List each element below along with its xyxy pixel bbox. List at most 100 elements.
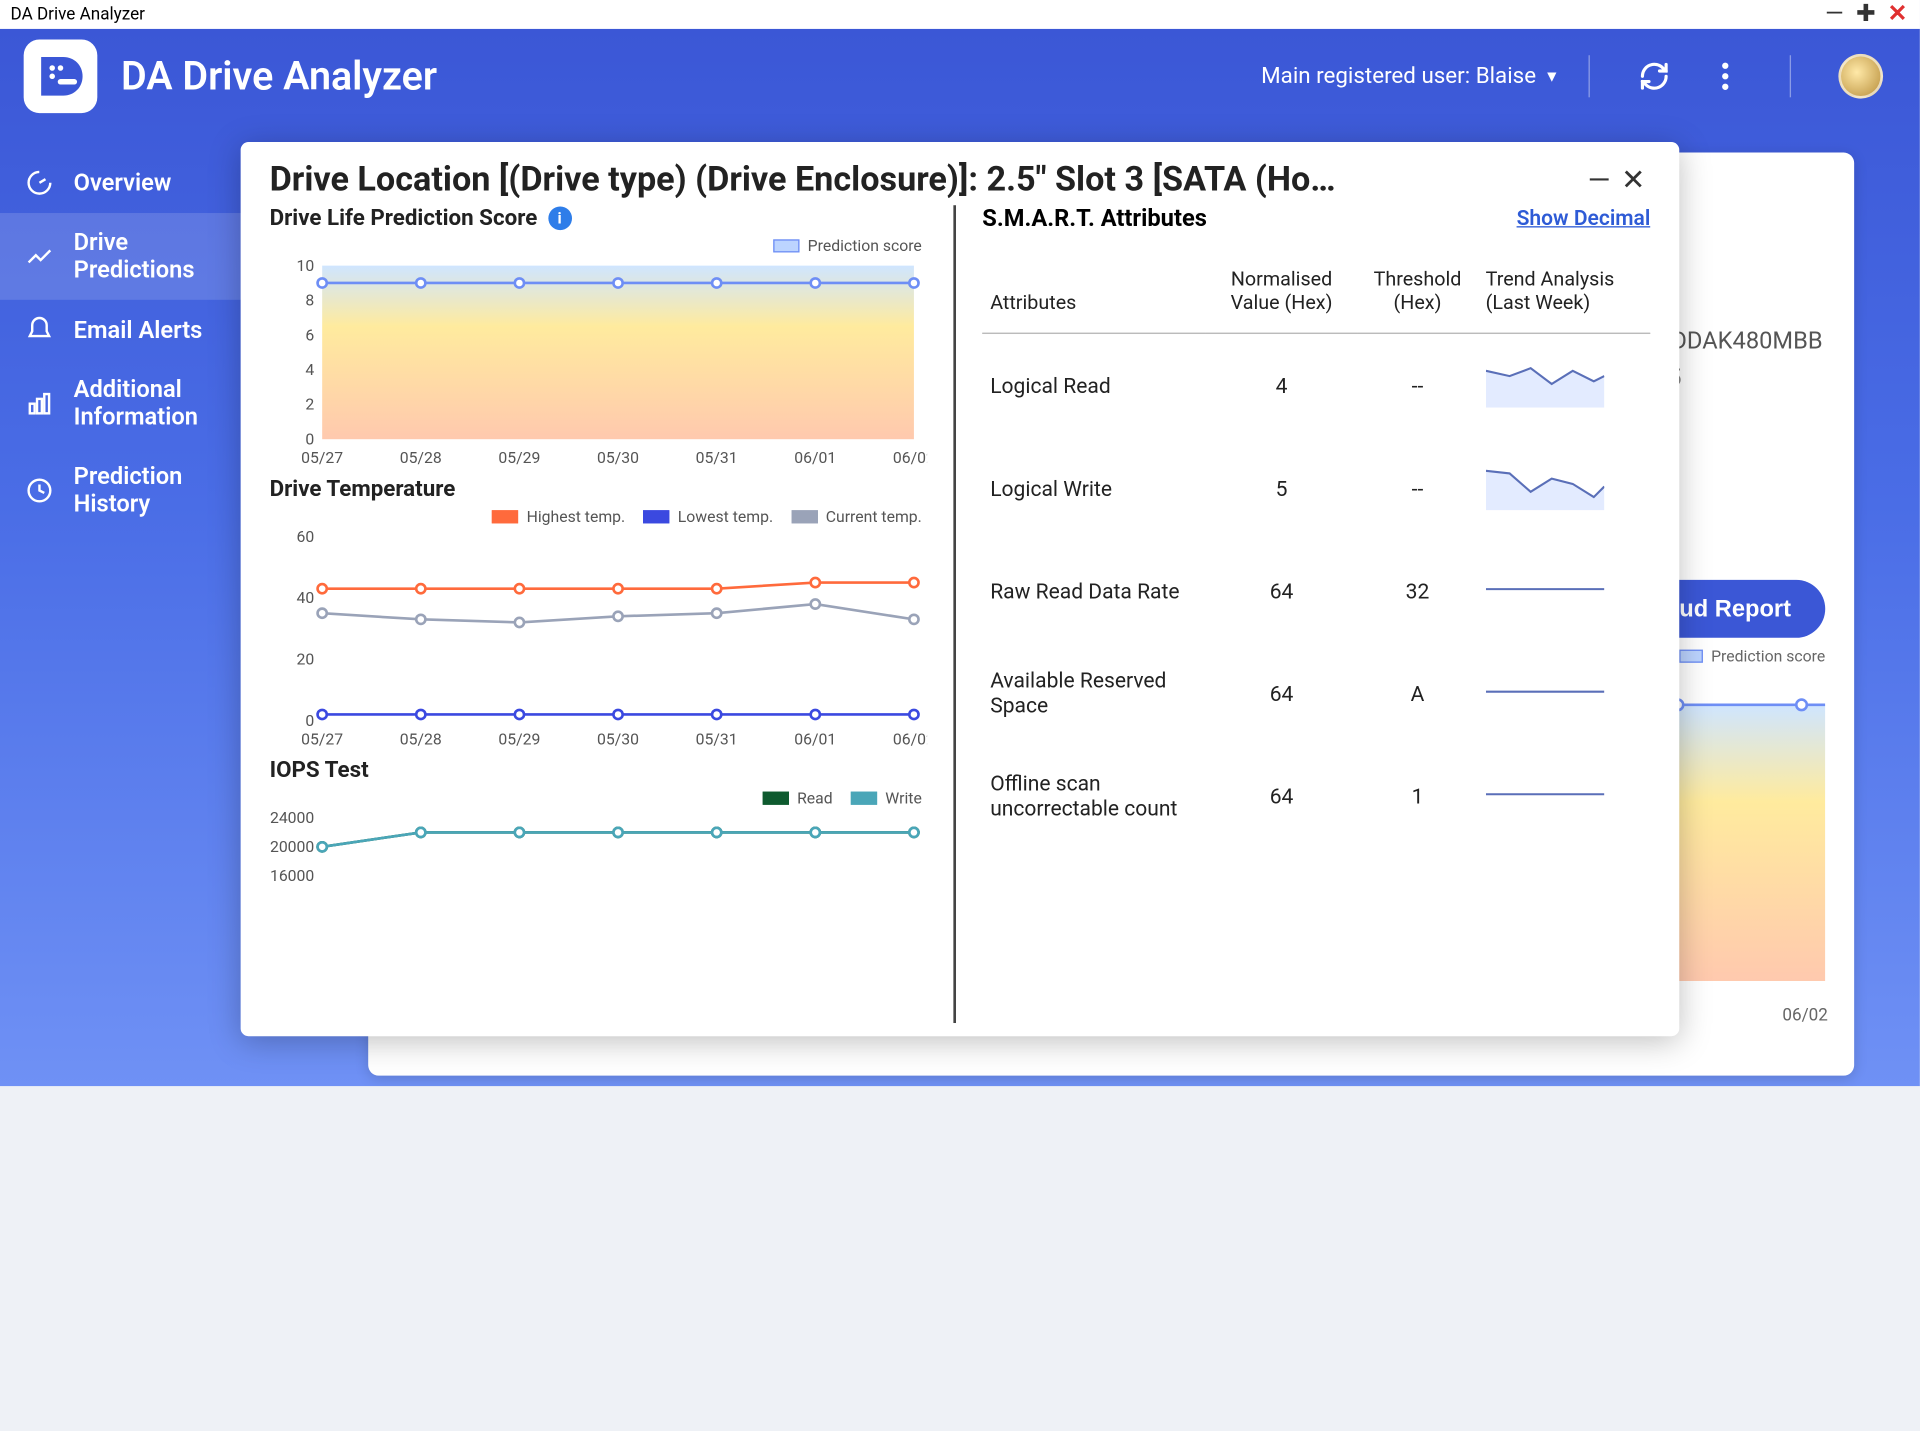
svg-text:06/02: 06/02 [893, 729, 927, 748]
modal-minimize-icon[interactable]: — [1582, 164, 1616, 197]
temperature-chart: 020406005/2705/2805/2905/3005/3106/0106/… [270, 529, 928, 750]
app-logo [24, 39, 98, 113]
attr-norm: 64 [1206, 642, 1357, 745]
svg-text:10: 10 [297, 258, 315, 275]
app-root: DA Drive Analyzer Main registered user: … [0, 29, 1920, 1086]
prediction-legend: Prediction score [270, 237, 922, 255]
svg-text:05/29: 05/29 [498, 729, 540, 748]
iops-title: IOPS Test [270, 757, 928, 783]
charts-column: Drive Life Prediction Score i Prediction… [270, 205, 954, 1023]
sidebar-item-drive-predictions[interactable]: Drive Predictions [0, 213, 276, 300]
svg-text:0: 0 [305, 711, 314, 730]
window-title: DA Drive Analyzer [11, 5, 145, 25]
app-title: DA Drive Analyzer [121, 53, 437, 99]
smart-title: S.M.A.R.T. Attributes [982, 205, 1207, 233]
attr-name: Logical Write [982, 437, 1206, 540]
clock-icon [24, 476, 56, 505]
svg-text:20: 20 [297, 650, 315, 669]
sidebar-item-overview[interactable]: Overview [0, 153, 276, 213]
show-decimal-link[interactable]: Show Decimal [1517, 205, 1651, 230]
gauge-icon [24, 168, 56, 197]
temperature-legend: Highest temp. Lowest temp. Current temp. [270, 508, 922, 526]
bar-chart-icon [24, 389, 56, 418]
svg-text:40: 40 [297, 588, 315, 607]
attr-norm: 64 [1206, 744, 1357, 847]
attr-norm: 5 [1206, 437, 1357, 540]
window-titlebar: DA Drive Analyzer — ✚ ✕ [0, 0, 1920, 29]
bg-prediction-chart [1654, 684, 1825, 986]
attr-thresh: 1 [1357, 744, 1478, 847]
attr-norm: 64 [1206, 539, 1357, 642]
sidebar-item-label: Additional Information [74, 376, 198, 431]
avatar[interactable] [1838, 54, 1883, 99]
table-row: Logical Read 4 -- [982, 333, 1650, 436]
svg-text:05/30: 05/30 [597, 448, 639, 467]
bg-legend: Prediction score [1680, 647, 1826, 665]
svg-text:24000: 24000 [270, 810, 314, 827]
temperature-title: Drive Temperature [270, 476, 928, 502]
sidebar: Overview Drive Predictions Email Alerts … [0, 153, 276, 534]
attr-thresh: -- [1357, 437, 1478, 540]
vertical-separator [953, 205, 956, 1023]
attr-name: Available Reserved Space [982, 642, 1206, 745]
attr-name: Raw Read Data Rate [982, 539, 1206, 642]
th-trend: Trend Analysis (Last Week) [1478, 267, 1651, 333]
modal-close-icon[interactable]: ✕ [1616, 164, 1650, 197]
sidebar-item-additional-info[interactable]: Additional Information [0, 360, 276, 447]
svg-text:06/01: 06/01 [794, 729, 836, 748]
attr-thresh: A [1357, 642, 1478, 745]
modal-title: Drive Location [(Drive type) (Drive Encl… [270, 160, 1582, 199]
window-maximize-icon[interactable]: ✚ [1854, 3, 1878, 27]
window-close-icon[interactable]: ✕ [1886, 3, 1910, 27]
kebab-menu-icon[interactable] [1708, 59, 1742, 93]
svg-text:05/28: 05/28 [400, 729, 442, 748]
svg-text:8: 8 [305, 291, 314, 310]
attr-trend [1478, 437, 1651, 540]
svg-text:06/02: 06/02 [893, 448, 927, 467]
svg-text:06/01: 06/01 [794, 448, 836, 467]
svg-text:60: 60 [297, 529, 315, 546]
refresh-icon[interactable] [1637, 59, 1671, 93]
svg-text:05/31: 05/31 [696, 448, 738, 467]
attr-name: Offline scan uncorrectable count [982, 744, 1206, 847]
window-minimize-icon[interactable]: — [1823, 3, 1847, 27]
attr-thresh: 32 [1357, 539, 1478, 642]
svg-text:4: 4 [305, 360, 314, 379]
table-row: Offline scan uncorrectable count 64 1 [982, 744, 1650, 847]
th-norm: Normalised Value (Hex) [1206, 267, 1357, 333]
divider [1790, 55, 1791, 97]
svg-text:05/31: 05/31 [696, 729, 738, 748]
attr-trend [1478, 642, 1651, 745]
sidebar-item-prediction-history[interactable]: Prediction History [0, 447, 276, 534]
bell-icon [24, 316, 56, 345]
user-menu[interactable]: Main registered user: Blaise ▼ [1261, 63, 1559, 89]
chevron-down-icon: ▼ [1544, 67, 1560, 85]
drive-detail-modal: Drive Location [(Drive type) (Drive Encl… [241, 142, 1680, 1036]
table-row: Logical Write 5 -- [982, 437, 1650, 540]
prediction-chart: 024681005/2705/2805/2905/3005/3106/0106/… [270, 258, 928, 468]
svg-text:05/28: 05/28 [400, 448, 442, 467]
th-attr: Attributes [982, 267, 1206, 333]
sidebar-item-label: Drive Predictions [74, 229, 195, 284]
prediction-title: Drive Life Prediction Score i [270, 205, 928, 231]
iops-legend: Read Write [270, 789, 922, 807]
attr-trend [1478, 333, 1651, 436]
user-prefix: Main registered user: [1261, 63, 1470, 89]
svg-text:0: 0 [305, 429, 314, 448]
attr-name: Logical Read [982, 333, 1206, 436]
chart-line-icon [24, 242, 56, 271]
svg-text:05/27: 05/27 [301, 448, 343, 467]
th-thresh: Threshold (Hex) [1357, 267, 1478, 333]
attr-thresh: -- [1357, 333, 1478, 436]
svg-text:05/30: 05/30 [597, 729, 639, 748]
sidebar-item-label: Overview [74, 169, 172, 197]
user-name: Blaise [1476, 63, 1536, 89]
info-icon[interactable]: i [548, 206, 572, 230]
divider [1589, 55, 1590, 97]
sidebar-item-label: Email Alerts [74, 316, 203, 344]
app-header: DA Drive Analyzer Main registered user: … [0, 29, 1920, 124]
svg-text:6: 6 [305, 325, 314, 344]
table-row: Raw Read Data Rate 64 32 [982, 539, 1650, 642]
sidebar-item-email-alerts[interactable]: Email Alerts [0, 300, 276, 360]
svg-text:20000: 20000 [270, 837, 314, 856]
